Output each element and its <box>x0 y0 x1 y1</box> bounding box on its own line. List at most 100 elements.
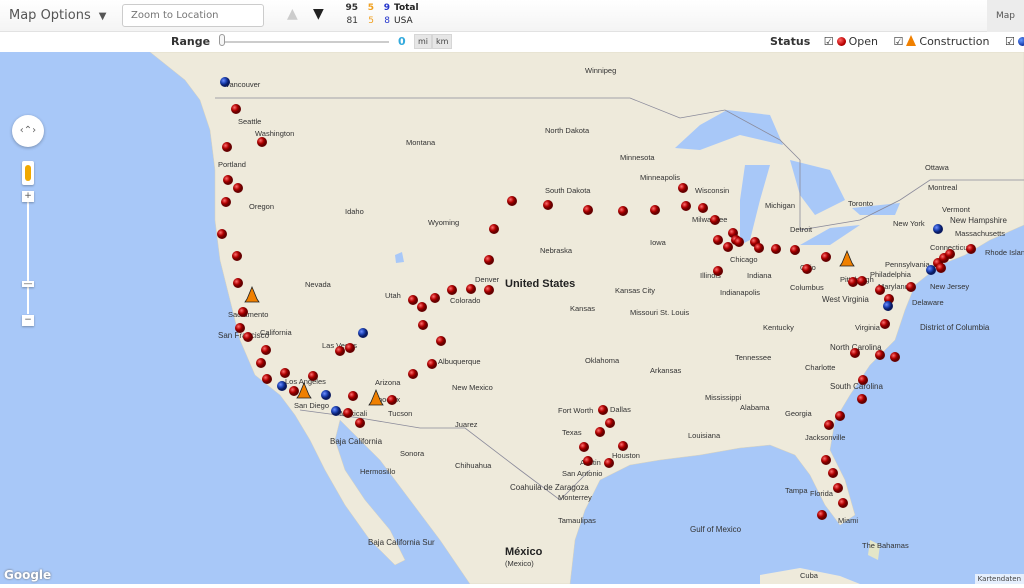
open-marker[interactable] <box>771 244 781 254</box>
open-marker[interactable] <box>858 375 868 385</box>
open-marker[interactable] <box>217 229 227 239</box>
open-marker[interactable] <box>723 242 733 252</box>
open-marker[interactable] <box>754 243 764 253</box>
open-marker[interactable] <box>848 277 858 287</box>
open-marker[interactable] <box>875 350 885 360</box>
open-marker[interactable] <box>387 395 397 405</box>
open-marker[interactable] <box>604 458 614 468</box>
open-marker[interactable] <box>543 200 553 210</box>
open-marker[interactable] <box>579 442 589 452</box>
open-marker[interactable] <box>256 358 266 368</box>
open-marker[interactable] <box>713 266 723 276</box>
open-marker[interactable] <box>824 420 834 430</box>
open-marker[interactable] <box>430 293 440 303</box>
range-slider-handle[interactable] <box>219 34 225 46</box>
pan-control[interactable]: ‹⌃› <box>12 115 44 147</box>
map-svg[interactable]: Winnipeg Vancouver Seattle Washington Portla… <box>0 51 1024 585</box>
open-marker[interactable] <box>232 251 242 261</box>
open-marker[interactable] <box>484 285 494 295</box>
open-marker[interactable] <box>945 249 955 259</box>
open-marker[interactable] <box>583 205 593 215</box>
open-marker[interactable] <box>821 252 831 262</box>
unit-km-button[interactable]: km <box>432 34 453 49</box>
zoom-out-button[interactable]: − <box>22 315 34 326</box>
open-marker[interactable] <box>710 215 720 225</box>
map-data-attribution[interactable]: Kartendaten <box>974 574 1024 584</box>
open-marker[interactable] <box>427 359 437 369</box>
open-marker[interactable] <box>345 343 355 353</box>
open-marker[interactable] <box>308 371 318 381</box>
other-marker[interactable] <box>331 406 341 416</box>
zoom-slider-handle[interactable]: — <box>22 280 34 289</box>
open-marker[interactable] <box>223 175 233 185</box>
filter-open[interactable]: ☑ Open <box>824 35 878 48</box>
open-marker[interactable] <box>817 510 827 520</box>
map-options-menu[interactable]: Map Options ▼ <box>9 8 106 23</box>
open-marker[interactable] <box>734 237 744 247</box>
open-marker[interactable] <box>348 391 358 401</box>
open-marker[interactable] <box>408 369 418 379</box>
open-marker[interactable] <box>583 456 593 466</box>
open-marker[interactable] <box>489 224 499 234</box>
open-marker[interactable] <box>343 408 353 418</box>
open-marker[interactable] <box>231 104 241 114</box>
filter-other[interactable]: ☑ <box>1005 35 1024 48</box>
open-marker[interactable] <box>890 352 900 362</box>
map-type-button[interactable]: Map <box>987 0 1024 32</box>
open-marker[interactable] <box>880 319 890 329</box>
open-marker[interactable] <box>835 411 845 421</box>
checkbox-checked-icon[interactable]: ☑ <box>824 35 834 48</box>
open-marker[interactable] <box>966 244 976 254</box>
open-marker[interactable] <box>257 137 267 147</box>
open-marker[interactable] <box>850 348 860 358</box>
open-marker[interactable] <box>262 374 272 384</box>
open-marker[interactable] <box>466 284 476 294</box>
open-marker[interactable] <box>618 441 628 451</box>
filter-construction[interactable]: ☑ Construction <box>894 35 989 48</box>
open-marker[interactable] <box>447 285 457 295</box>
zoom-in-button[interactable]: + <box>22 191 34 202</box>
open-marker[interactable] <box>906 282 916 292</box>
open-marker[interactable] <box>280 368 290 378</box>
open-marker[interactable] <box>484 255 494 265</box>
open-marker[interactable] <box>650 205 660 215</box>
open-marker[interactable] <box>802 264 812 274</box>
open-marker[interactable] <box>289 386 299 396</box>
open-marker[interactable] <box>408 295 418 305</box>
open-marker[interactable] <box>235 323 245 333</box>
open-marker[interactable] <box>221 197 231 207</box>
open-marker[interactable] <box>678 183 688 193</box>
open-marker[interactable] <box>417 302 427 312</box>
open-marker[interactable] <box>233 183 243 193</box>
open-marker[interactable] <box>833 483 843 493</box>
open-marker[interactable] <box>243 332 253 342</box>
other-marker[interactable] <box>220 77 230 87</box>
open-marker[interactable] <box>681 201 691 211</box>
zoom-to-location-input[interactable] <box>122 4 264 27</box>
range-slider-track[interactable] <box>221 41 389 43</box>
open-marker[interactable] <box>857 394 867 404</box>
open-marker[interactable] <box>618 206 628 216</box>
other-marker[interactable] <box>321 390 331 400</box>
map-canvas[interactable]: Winnipeg Vancouver Seattle Washington Portla… <box>0 51 1024 585</box>
other-marker[interactable] <box>883 301 893 311</box>
open-marker[interactable] <box>222 142 232 152</box>
open-marker[interactable] <box>355 418 365 428</box>
open-marker[interactable] <box>595 427 605 437</box>
zoom-slider-track[interactable] <box>27 202 29 314</box>
open-marker[interactable] <box>436 336 446 346</box>
open-marker[interactable] <box>857 276 867 286</box>
chevron-up-icon[interactable]: ▲ <box>287 6 298 22</box>
open-marker[interactable] <box>233 278 243 288</box>
open-marker[interactable] <box>507 196 517 206</box>
other-marker[interactable] <box>926 265 936 275</box>
other-marker[interactable] <box>277 381 287 391</box>
other-marker[interactable] <box>933 224 943 234</box>
checkbox-checked-icon[interactable]: ☑ <box>1005 35 1015 48</box>
open-marker[interactable] <box>838 498 848 508</box>
open-marker[interactable] <box>790 245 800 255</box>
open-marker[interactable] <box>821 455 831 465</box>
open-marker[interactable] <box>936 263 946 273</box>
other-marker[interactable] <box>358 328 368 338</box>
checkbox-checked-icon[interactable]: ☑ <box>894 35 904 48</box>
